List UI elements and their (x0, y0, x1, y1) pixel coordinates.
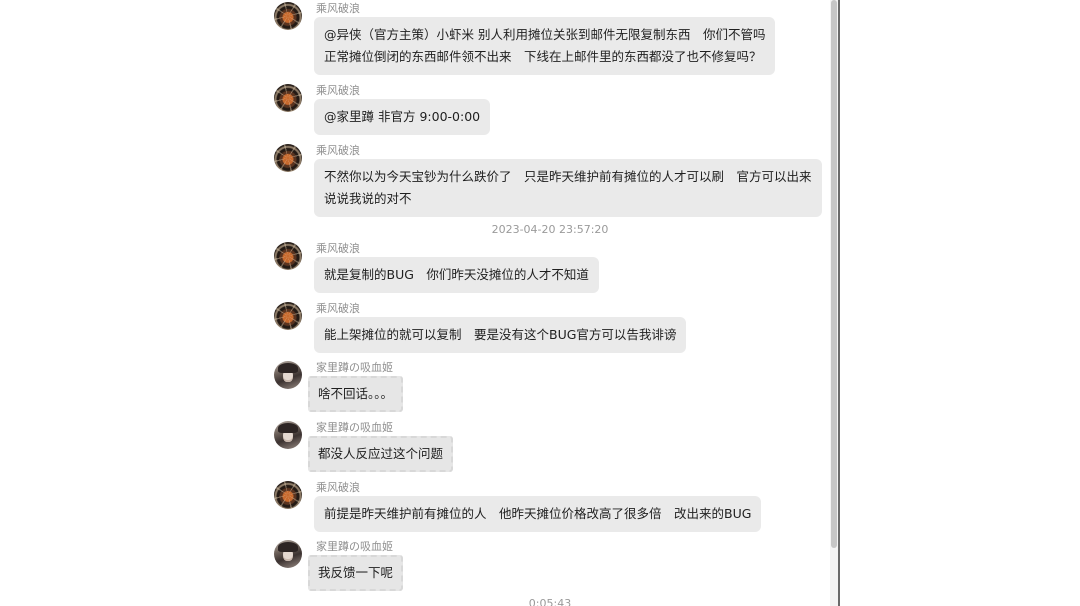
message-text-line: 啥不回话。。。 (318, 386, 394, 401)
sender-name[interactable]: 乘风破浪 (316, 142, 360, 158)
screenshot-canvas: 乘风破浪 @异侠（官方主策）小虾米 别人利用摊位关张到邮件无限复制东西 你们不管… (0, 0, 1080, 606)
window-divider (838, 0, 840, 606)
scrollbar-thumb[interactable] (831, 0, 837, 548)
message-bubble[interactable]: 能上架摊位的就可以复制 要是没有这个BUG官方可以告我诽谤 (314, 317, 687, 353)
message-bubble[interactable]: 不然你以为今天宝钞为什么跌价了 只是昨天维护前有摊位的人才可以刷 官方可以出来 … (314, 159, 822, 217)
message-text-line: 前提是昨天维护前有摊位的人 他昨天摊位价格改高了很多倍 改出来的BUG (324, 506, 752, 521)
sender-name[interactable]: 乘风破浪 (316, 82, 360, 98)
message-timestamp: 0:05:43 (528, 597, 572, 606)
sender-name[interactable]: 家里蹲の吸血姬 (316, 419, 393, 435)
vertical-scrollbar[interactable] (830, 0, 838, 606)
sender-avatar[interactable] (274, 144, 302, 172)
message-text-line: 就是复制的BUG 你们昨天没摊位的人才不知道 (324, 267, 589, 282)
sender-avatar[interactable] (274, 361, 302, 389)
sender-avatar[interactable] (274, 302, 302, 330)
sender-avatar[interactable] (274, 84, 302, 112)
sender-name[interactable]: 家里蹲の吸血姬 (316, 359, 393, 375)
message-bubble[interactable]: @异侠（官方主策）小虾米 别人利用摊位关张到邮件无限复制东西 你们不管吗 正常摊… (314, 17, 776, 75)
chat-message-list[interactable]: 乘风破浪 @异侠（官方主策）小虾米 别人利用摊位关张到邮件无限复制东西 你们不管… (258, 0, 842, 606)
message-text-line: 正常摊位倒闭的东西邮件领不出来 下线在上邮件里的东西都没了也不修复吗？ (324, 49, 762, 64)
message-text-line: 不然你以为今天宝钞为什么跌价了 只是昨天维护前有摊位的人才可以刷 官方可以出来 (324, 169, 812, 184)
sender-name[interactable]: 乘风破浪 (316, 479, 360, 495)
sender-name[interactable]: 乘风破浪 (316, 300, 360, 316)
message-text-line: 能上架摊位的就可以复制 要是没有这个BUG官方可以告我诽谤 (324, 327, 677, 342)
message-bubble[interactable]: 都没人反应过这个问题 (308, 436, 454, 472)
message-text-line: 都没人反应过这个问题 (318, 446, 444, 461)
sender-avatar[interactable] (274, 421, 302, 449)
sender-avatar[interactable] (274, 540, 302, 568)
sender-name[interactable]: 乘风破浪 (316, 0, 360, 16)
sender-avatar[interactable] (274, 2, 302, 30)
sender-name[interactable]: 乘风破浪 (316, 240, 360, 256)
message-bubble[interactable]: 我反馈一下呢 (308, 555, 404, 591)
message-text-line: @异侠（官方主策）小虾米 别人利用摊位关张到邮件无限复制东西 你们不管吗 (324, 27, 766, 42)
sender-name[interactable]: 家里蹲の吸血姬 (316, 538, 393, 554)
sender-avatar[interactable] (274, 481, 302, 509)
message-bubble[interactable]: 就是复制的BUG 你们昨天没摊位的人才不知道 (314, 257, 599, 293)
message-bubble[interactable]: 啥不回话。。。 (308, 376, 404, 412)
message-timestamp: 2023-04-20 23:57:20 (491, 223, 609, 236)
message-text-line: 我反馈一下呢 (318, 565, 394, 580)
message-bubble[interactable]: 前提是昨天维护前有摊位的人 他昨天摊位价格改高了很多倍 改出来的BUG (314, 496, 762, 532)
message-text-line: @家里蹲 非官方 9:00-0:00 (324, 109, 481, 124)
message-bubble[interactable]: @家里蹲 非官方 9:00-0:00 (314, 99, 491, 135)
message-text-line: 说说我说的对不 (324, 191, 412, 206)
sender-avatar[interactable] (274, 242, 302, 270)
